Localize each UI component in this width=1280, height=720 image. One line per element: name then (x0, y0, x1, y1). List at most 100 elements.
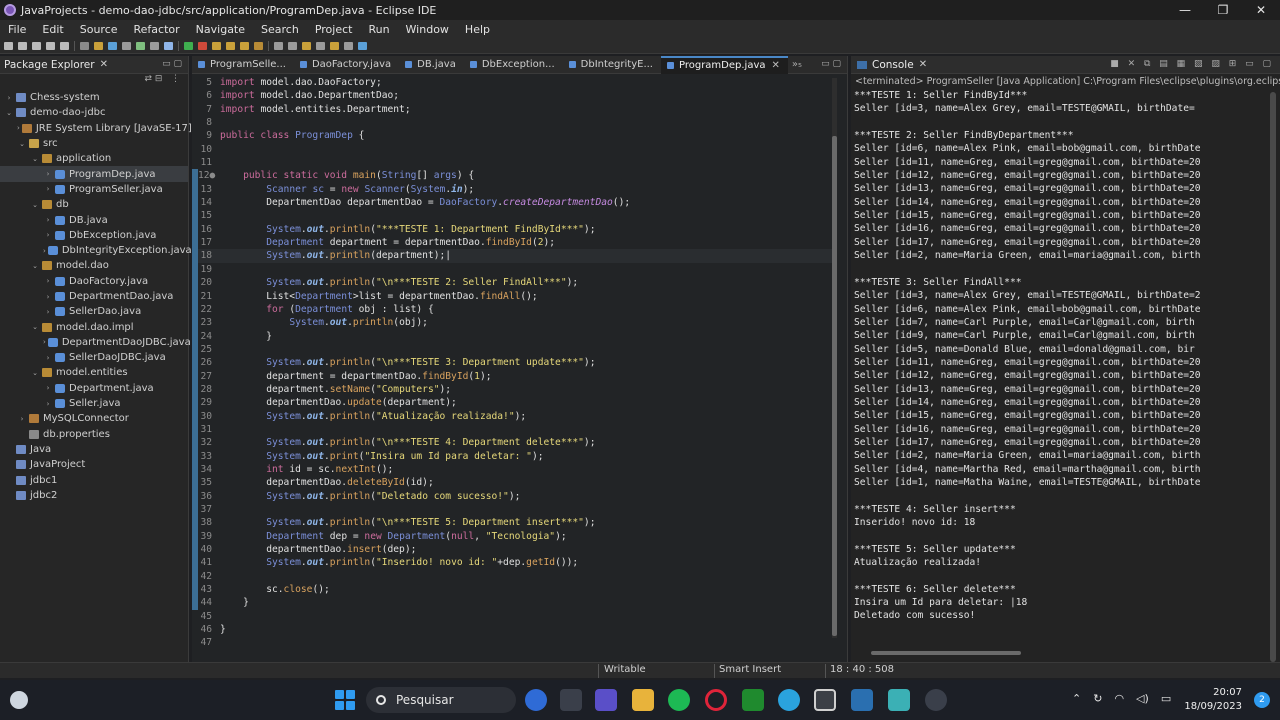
toolbar-button[interactable] (108, 41, 117, 50)
menu-project[interactable]: Project (307, 23, 361, 36)
collapse-icon[interactable]: › (43, 170, 53, 178)
toolbar-button[interactable] (302, 41, 311, 50)
collapse-icon[interactable]: › (43, 384, 53, 392)
editor-minmax-icon[interactable]: ▭ ▢ (821, 59, 841, 69)
toolbar-button[interactable] (164, 41, 173, 50)
expand-icon[interactable]: ⌄ (4, 109, 14, 117)
task-view-icon[interactable] (560, 689, 582, 711)
toolbar-button[interactable] (32, 41, 41, 50)
xbox-icon[interactable] (742, 689, 764, 711)
clock[interactable]: 20:07 18/09/2023 (1184, 686, 1242, 714)
toolbar-button[interactable] (122, 41, 131, 50)
bing-icon[interactable] (525, 689, 547, 711)
toolbar-button[interactable] (4, 41, 13, 50)
editor-tab[interactable]: DB.java (399, 56, 464, 74)
console-output[interactable]: ***TESTE 1: Seller FindById*** Seller [id… (854, 89, 1252, 649)
volume-icon[interactable]: ◁) (1136, 692, 1149, 705)
collapse-icon[interactable]: › (17, 124, 20, 132)
scroll-thumb[interactable] (832, 136, 837, 636)
collapse-icon[interactable]: › (43, 247, 46, 255)
editor-scrollbar[interactable] (832, 78, 837, 638)
toolbar-button[interactable] (80, 41, 89, 50)
editor-tab[interactable]: ProgramSelle... (192, 56, 294, 74)
close-icon[interactable]: ✕ (1242, 0, 1280, 20)
eclipse-taskbar-icon[interactable] (814, 689, 836, 711)
console-scrollbar[interactable] (1270, 92, 1276, 692)
tree-item[interactable]: jdbc1 (0, 472, 188, 487)
toolbar-button[interactable] (330, 41, 339, 50)
toolbar-button[interactable] (254, 41, 263, 50)
tree-item[interactable]: db.properties (0, 427, 188, 442)
file-explorer-icon[interactable] (632, 689, 654, 711)
taskbar-search[interactable]: Pesquisar (366, 687, 516, 713)
editor-tab[interactable]: DbException... (464, 56, 563, 74)
settings-icon[interactable] (925, 689, 947, 711)
tree-item[interactable]: JavaProject (0, 457, 188, 472)
toolbar-button[interactable] (316, 41, 325, 50)
notification-badge[interactable]: 2 (1254, 692, 1270, 708)
git-icon[interactable] (888, 689, 910, 711)
console-hscroll-thumb[interactable] (871, 651, 1021, 655)
tree-item[interactable]: › DbIntegrityException.java (0, 243, 192, 258)
view-minmax-icon[interactable]: ▭ ▢ (162, 59, 182, 69)
tree-item[interactable]: Java (0, 442, 188, 457)
wifi-icon[interactable]: ◠ (1114, 692, 1124, 705)
menu-run[interactable]: Run (360, 23, 397, 36)
telegram-icon[interactable] (778, 689, 800, 711)
toolbar-button[interactable] (274, 41, 283, 50)
opera-icon[interactable] (705, 689, 727, 711)
close-tab-icon[interactable]: ✕ (772, 60, 780, 71)
toolbar-button[interactable] (198, 41, 207, 50)
tree-item[interactable]: › SellerDaoJDBC.java (0, 350, 188, 365)
console-hscrollbar[interactable] (871, 651, 1251, 656)
tree-item[interactable]: ⌄ model.dao.impl (0, 319, 188, 334)
collapse-icon[interactable]: › (43, 231, 53, 239)
editor-tab[interactable]: DaoFactory.java (294, 56, 399, 74)
start-button[interactable] (335, 690, 355, 710)
expand-icon[interactable]: ⌄ (17, 140, 27, 148)
toolbar-button[interactable] (46, 41, 55, 50)
console-scroll-thumb[interactable] (1270, 92, 1276, 662)
tree-item[interactable]: ⌄ src (0, 136, 188, 151)
expand-icon[interactable]: ⌄ (30, 369, 40, 377)
menu-navigate[interactable]: Navigate (188, 23, 253, 36)
tree-item[interactable]: › DaoFactory.java (0, 274, 188, 289)
tree-item[interactable]: › DepartmentDaoJDBC.java (0, 335, 191, 350)
menu-window[interactable]: Window (398, 23, 457, 36)
collapse-icon[interactable]: › (43, 400, 53, 408)
menu-search[interactable]: Search (253, 23, 307, 36)
collapse-icon[interactable]: › (43, 308, 53, 316)
menu-file[interactable]: File (0, 23, 34, 36)
collapse-icon[interactable]: › (4, 94, 14, 102)
maximize-icon[interactable]: ❐ (1204, 0, 1242, 20)
weather-icon[interactable] (10, 691, 28, 709)
tree-item[interactable]: ⌄ model.dao (0, 258, 188, 273)
tree-item[interactable]: ⌄ application (0, 151, 188, 166)
tree-item[interactable]: › Department.java (0, 381, 188, 396)
minimize-icon[interactable]: — (1166, 0, 1204, 20)
tree-item[interactable]: ⌄ demo-dao-jdbc (0, 105, 188, 120)
toolbar-button[interactable] (358, 41, 367, 50)
toolbar-button[interactable] (288, 41, 297, 50)
vscode-icon[interactable] (851, 689, 873, 711)
menu-edit[interactable]: Edit (34, 23, 71, 36)
tree-item[interactable]: › Seller.java (0, 396, 188, 411)
menu-help[interactable]: Help (457, 23, 498, 36)
editor-tab[interactable]: DbIntegrityE... (563, 56, 661, 74)
expand-icon[interactable]: ⌄ (30, 155, 40, 163)
tree-item[interactable]: jdbc2 (0, 488, 188, 503)
package-explorer-tools[interactable]: ⇄ ⊟ ⋮ (0, 74, 188, 90)
chevron-up-icon[interactable]: ⌃ (1072, 692, 1081, 705)
toolbar-button[interactable] (94, 41, 103, 50)
collapse-icon[interactable]: › (43, 338, 46, 346)
toolbar-button[interactable] (136, 41, 145, 50)
code-editor[interactable]: 5 import model.dao.DaoFactory; 6 import mod… (192, 76, 832, 646)
tree-item[interactable]: › DepartmentDao.java (0, 289, 188, 304)
teams-icon[interactable] (595, 689, 617, 711)
toolbar-button[interactable] (240, 41, 249, 50)
tree-item[interactable]: › ProgramSeller.java (0, 182, 188, 197)
menu-source[interactable]: Source (72, 23, 126, 36)
console-toolbar[interactable]: ■ ✕ ⧉ ▤ ▦ ▧ ▨ ⊞ ▭ ▢ (1110, 59, 1274, 69)
close-console-icon[interactable]: ✕ (919, 59, 927, 70)
collapse-icon[interactable]: › (43, 354, 53, 362)
